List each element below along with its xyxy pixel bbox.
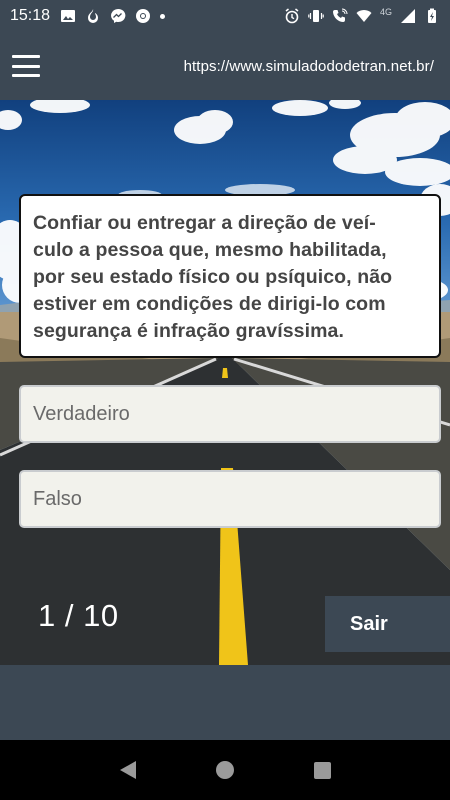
status-time: 15:18: [10, 7, 51, 24]
question-line: por seu estado físico ou psíquico, não: [33, 266, 393, 288]
status-bar: 15:18 4G: [0, 0, 450, 32]
home-icon[interactable]: [215, 761, 234, 779]
wifi-call-icon: [332, 8, 348, 22]
battery-icon: [428, 8, 436, 23]
network-label: 4G: [379, 7, 392, 17]
site-url[interactable]: https://www.simuladododetran.net.br/: [184, 58, 434, 75]
answer-label: Verdadeiro: [33, 402, 130, 425]
alarm-icon: [285, 8, 299, 24]
question-line: segurança é infração gravíssima.: [33, 320, 345, 342]
image-icon: [61, 10, 76, 22]
road-illustration: [0, 100, 450, 665]
system-icons: 4G: [284, 7, 440, 24]
dot-icon: [160, 13, 166, 19]
system-nav-bar: [0, 740, 450, 800]
chrome-icon: [136, 9, 151, 23]
hamburger-menu-icon[interactable]: [12, 55, 40, 77]
question-line: estiver em condições de dirigi-lo com: [33, 293, 386, 315]
app-bar: https://www.simuladododetran.net.br/: [0, 32, 450, 100]
fire-icon: [88, 9, 99, 23]
notification-icons: [60, 8, 166, 24]
question-line: culo a pessoa que, mesmo habilitada,: [33, 239, 387, 261]
wifi-icon: [356, 10, 372, 22]
answer-option-false[interactable]: Falso: [19, 470, 441, 528]
question-line: Confiar ou entregar a direção de veí-: [33, 212, 376, 234]
question-card: Confiar ou entregar a direção de veí- cu…: [19, 194, 441, 358]
answer-option-true[interactable]: Verdadeiro: [19, 385, 441, 443]
exit-button-label: Sair: [350, 612, 388, 635]
road-background-image: [0, 100, 450, 665]
answer-label: Falso: [33, 487, 82, 510]
screen: 15:18 4G https://www.simuladododetran.ne…: [0, 0, 450, 800]
messenger-icon: [111, 8, 126, 23]
question-text: Confiar ou entregar a direção de veí- cu…: [33, 210, 427, 345]
back-icon[interactable]: [119, 761, 136, 779]
exit-button[interactable]: Sair: [325, 596, 450, 652]
signal-icon: [401, 9, 415, 23]
question-counter: 1 / 10: [38, 598, 119, 633]
recents-icon[interactable]: [313, 761, 331, 779]
vibrate-icon: [308, 10, 324, 22]
